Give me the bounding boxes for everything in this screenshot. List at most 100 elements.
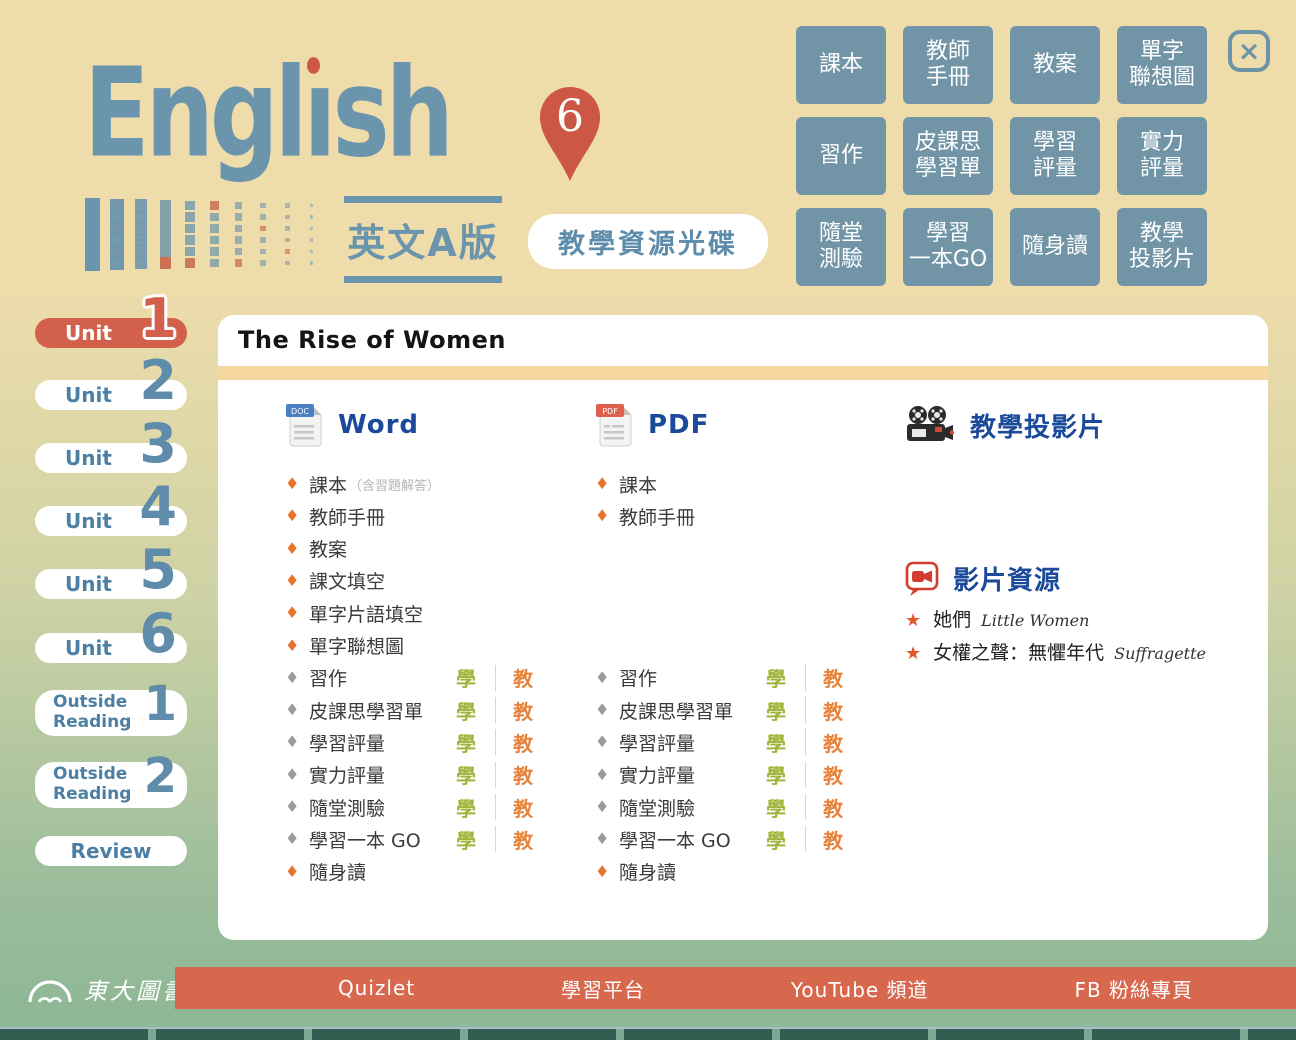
pdf-item-label: 皮課思學習單	[619, 697, 733, 724]
student-version-link[interactable]: 學	[766, 696, 786, 725]
level-number: 6	[556, 91, 584, 142]
student-version-link[interactable]: 學	[456, 793, 476, 822]
pdf-item-row[interactable]: ♦教師手冊	[595, 500, 895, 532]
teacher-version-link[interactable]: 教	[513, 728, 533, 757]
diamond-bullet-icon: ♦	[595, 799, 619, 815]
decorative-square	[235, 259, 242, 266]
top-menu-button-1[interactable]: 課本	[796, 26, 886, 104]
word-item-row[interactable]: ♦課本（含習題解答）	[285, 468, 585, 500]
word-item-row: ♦實力評量學教	[285, 759, 585, 791]
top-menu-button-3[interactable]: 教案	[1010, 26, 1100, 104]
teacher-version-link[interactable]: 教	[513, 760, 533, 789]
doc-file-icon: DOC	[285, 402, 323, 448]
diamond-bullet-icon: ♦	[595, 702, 619, 718]
top-menu-button-4[interactable]: 單字 聯想圖	[1117, 26, 1207, 104]
top-menu-button-2[interactable]: 教師 手冊	[903, 26, 993, 104]
sidebar-unit-4[interactable]: Unit4	[35, 506, 187, 536]
sidebar-unit-1[interactable]: Unit1	[35, 318, 187, 348]
decorative-square	[210, 201, 219, 210]
decorative-square	[260, 214, 266, 220]
word-item-row[interactable]: ♦單字聯想圖	[285, 630, 585, 662]
teacher-version-link[interactable]: 教	[823, 760, 843, 789]
sidebar-unit-5-label: Unit	[65, 572, 112, 596]
decorative-square	[210, 247, 219, 256]
sidebar-review[interactable]: Review	[35, 836, 187, 866]
teacher-version-link[interactable]: 教	[823, 825, 843, 854]
sidebar-outside-reading-2[interactable]: Outside Reading2	[35, 762, 187, 808]
student-version-link[interactable]: 學	[766, 663, 786, 692]
teacher-version-link[interactable]: 教	[823, 793, 843, 822]
sidebar-outside-reading-1[interactable]: Outside Reading1	[35, 690, 187, 736]
video-item-2[interactable]: ★女權之聲：無懼年代Suffragette	[905, 638, 1206, 671]
video-title-zh: 她們	[933, 605, 971, 632]
decorative-square	[185, 201, 195, 211]
sidebar-unit-5[interactable]: Unit5	[35, 569, 187, 599]
student-version-link[interactable]: 學	[456, 728, 476, 757]
unit-title: The Rise of Women	[238, 326, 506, 354]
student-version-link[interactable]: 學	[456, 760, 476, 789]
sidebar-unit-6[interactable]: Unit6	[35, 633, 187, 663]
top-menu-button-10[interactable]: 學習 一本GO	[903, 208, 993, 286]
word-item-row[interactable]: ♦課文填空	[285, 565, 585, 597]
word-item-row[interactable]: ♦教案	[285, 533, 585, 565]
word-item-row[interactable]: ♦教師手冊	[285, 500, 585, 532]
top-menu-button-7[interactable]: 學習 評量	[1010, 117, 1100, 195]
word-item-label: 皮課思學習單	[309, 697, 423, 724]
diamond-bullet-icon: ♦	[285, 670, 309, 686]
top-menu-button-6[interactable]: 皮課思 學習單	[903, 117, 993, 195]
footer-link-4[interactable]: FB 粉絲專頁	[1074, 974, 1193, 1003]
word-item-label: 教師手冊	[309, 503, 385, 530]
teacher-version-link[interactable]: 教	[823, 696, 843, 725]
teacher-version-link[interactable]: 教	[513, 663, 533, 692]
pdf-item-row[interactable]: ♦隨身讀	[595, 856, 895, 888]
footer-link-3[interactable]: YouTube 頻道	[791, 974, 929, 1003]
top-menu-button-11[interactable]: 隨身讀	[1010, 208, 1100, 286]
pdf-item-row: ♦隨堂測驗學教	[595, 791, 895, 823]
star-bullet-icon: ★	[905, 610, 921, 631]
sidebar-unit-3[interactable]: Unit3	[35, 443, 187, 473]
decorative-square	[235, 202, 242, 209]
disc-title-pill: 教學資源光碟	[528, 214, 768, 269]
student-version-link[interactable]: 學	[766, 825, 786, 854]
student-version-link[interactable]: 學	[456, 696, 476, 725]
video-item-1[interactable]: ★她們Little Women	[905, 605, 1089, 638]
decorative-square	[160, 246, 171, 257]
decorative-square	[160, 257, 171, 268]
sidebar-unit-4-label: Unit	[65, 509, 112, 533]
teacher-version-link[interactable]: 教	[513, 825, 533, 854]
sidebar-outside-reading-1-label: Outside Reading	[53, 693, 131, 732]
student-version-link[interactable]: 學	[456, 825, 476, 854]
top-menu-button-12[interactable]: 教學 投影片	[1117, 208, 1207, 286]
word-item-label: 教案	[309, 535, 347, 562]
teacher-version-link[interactable]: 教	[513, 793, 533, 822]
top-menu-button-9[interactable]: 隨堂 測驗	[796, 208, 886, 286]
teacher-version-link[interactable]: 教	[823, 728, 843, 757]
role-divider	[805, 697, 806, 723]
top-menu-button-5[interactable]: 習作	[796, 117, 886, 195]
student-version-link[interactable]: 學	[766, 793, 786, 822]
pdf-column-title: PDF	[648, 410, 709, 440]
word-item-row[interactable]: ♦隨身讀	[285, 856, 585, 888]
student-version-link[interactable]: 學	[766, 760, 786, 789]
footer-link-1[interactable]: Quizlet	[338, 976, 415, 1000]
film-projector-icon	[905, 405, 955, 445]
student-version-link[interactable]: 學	[766, 728, 786, 757]
footer-link-2[interactable]: 學習平台	[561, 974, 645, 1003]
media-column: 教學投影片 影片資源 ★她們Little Women★女權之聲：無懼年代Suff…	[905, 400, 1255, 450]
teacher-version-link[interactable]: 教	[513, 696, 533, 725]
sidebar-unit-2[interactable]: Unit2	[35, 380, 187, 410]
pdf-item-label: 課本	[619, 471, 657, 498]
word-item-row: ♦學習一本 GO學教	[285, 823, 585, 855]
role-divider	[495, 665, 496, 691]
student-version-link[interactable]: 學	[456, 663, 476, 692]
pdf-column-header: PDF PDF	[595, 400, 895, 450]
slides-header[interactable]: 教學投影片	[905, 400, 1255, 450]
videos-header: 影片資源	[905, 560, 1061, 597]
close-button[interactable]: ×	[1228, 30, 1270, 72]
word-item-row[interactable]: ♦單字片語填空	[285, 597, 585, 629]
role-divider	[805, 665, 806, 691]
teacher-version-link[interactable]: 教	[823, 663, 843, 692]
role-divider	[805, 826, 806, 852]
pdf-item-row[interactable]: ♦課本	[595, 468, 895, 500]
top-menu-button-8[interactable]: 實力 評量	[1117, 117, 1207, 195]
